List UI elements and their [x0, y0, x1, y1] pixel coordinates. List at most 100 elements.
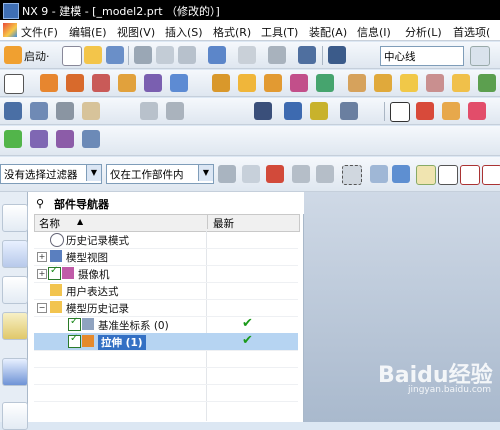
triangle-icon[interactable]: [390, 102, 410, 122]
menu-file[interactable]: 文件(F): [21, 24, 58, 40]
copy-icon[interactable]: [156, 46, 174, 64]
expand-icon[interactable]: +: [37, 269, 47, 279]
menu-insert[interactable]: 插入(S): [165, 24, 203, 40]
menu-edit[interactable]: 编辑(E): [69, 24, 107, 40]
expand-icon[interactable]: +: [37, 252, 47, 262]
snap-curve-icon[interactable]: [482, 165, 500, 185]
snap-combo[interactable]: 中心线: [380, 46, 464, 66]
undo-icon[interactable]: [208, 46, 226, 64]
visibility-checkbox[interactable]: [68, 316, 81, 331]
pan-icon[interactable]: [82, 102, 100, 120]
check-icon[interactable]: [4, 130, 22, 148]
cut-icon[interactable]: [134, 46, 152, 64]
assembly-navigator-icon[interactable]: [2, 204, 28, 232]
part-navigator-icon[interactable]: [2, 276, 28, 304]
more-features-icon[interactable]: [478, 74, 496, 92]
tree-row-selected[interactable]: 拉伸 (1) ✔: [34, 333, 298, 351]
paste-icon[interactable]: [178, 46, 196, 64]
offset-face-icon[interactable]: [374, 74, 392, 92]
feature-select-icon[interactable]: [370, 165, 388, 183]
body-select-icon[interactable]: [392, 165, 410, 183]
web-browser-icon[interactable]: [2, 402, 28, 430]
trim-body-icon[interactable]: [316, 74, 334, 92]
draft-icon[interactable]: [400, 74, 418, 92]
tree-row[interactable]: + 模型视图: [34, 248, 298, 266]
wcs-icon[interactable]: [82, 130, 100, 148]
rotate-icon[interactable]: [56, 102, 74, 120]
analysis-icon[interactable]: [340, 102, 358, 120]
new-file-icon[interactable]: [62, 46, 82, 66]
measure-body-icon[interactable]: [310, 102, 328, 120]
tree-row[interactable]: − 模型历史记录: [34, 299, 298, 317]
menu-view[interactable]: 视图(V): [117, 24, 155, 40]
pin-icon[interactable]: ⚲: [36, 197, 44, 210]
chamfer-icon[interactable]: [238, 74, 256, 92]
snap-cursor-icon[interactable]: [292, 165, 310, 183]
type-filter-combo[interactable]: 没有选择过滤器 ▼: [0, 164, 102, 184]
zoom-icon[interactable]: [30, 102, 48, 120]
start-icon[interactable]: [4, 46, 22, 64]
dimension-icon[interactable]: [416, 102, 434, 120]
visibility-checkbox[interactable]: [48, 265, 61, 280]
grid-icon[interactable]: [468, 102, 486, 120]
spreadsheet-icon[interactable]: [56, 130, 74, 148]
boss-icon[interactable]: [118, 74, 136, 92]
mirror-icon[interactable]: [426, 74, 444, 92]
snap-endpoint-icon[interactable]: [416, 165, 436, 185]
menu-analysis[interactable]: 分析(L): [405, 24, 442, 40]
shell-icon[interactable]: [348, 74, 366, 92]
menu-preferences[interactable]: 首选项(: [453, 24, 490, 40]
section-view-icon[interactable]: [254, 102, 272, 120]
column-divider[interactable]: [207, 215, 208, 229]
visibility-checkbox[interactable]: [68, 333, 81, 348]
sketch-icon[interactable]: [4, 74, 24, 94]
fit-view-icon[interactable]: [4, 102, 22, 120]
collapse-icon[interactable]: −: [37, 303, 47, 313]
move-cursor-icon[interactable]: [316, 165, 334, 183]
redo-icon[interactable]: [238, 46, 256, 64]
graphics-window[interactable]: Baidu经验 jingyan.baidu.com: [304, 192, 500, 422]
rectangle-select-icon[interactable]: [342, 165, 362, 185]
orient-view-icon[interactable]: [140, 102, 158, 120]
history-icon[interactable]: [2, 358, 28, 386]
snap-line-icon[interactable]: [460, 165, 480, 185]
edge-blend-icon[interactable]: [212, 74, 230, 92]
revolve-icon[interactable]: [66, 74, 84, 92]
open-folder-icon[interactable]: [84, 46, 102, 64]
pattern-icon[interactable]: [264, 74, 282, 92]
reuse-library-icon[interactable]: [2, 312, 28, 340]
extrude-icon[interactable]: [40, 74, 58, 92]
layer-icon[interactable]: [30, 130, 48, 148]
pocket-icon[interactable]: [144, 74, 162, 92]
deselect-icon[interactable]: [242, 165, 260, 183]
constraint-navigator-icon[interactable]: [2, 240, 28, 268]
tree-row[interactable]: 用户表达式: [34, 282, 298, 300]
selection-icon[interactable]: [298, 46, 316, 64]
menu-assembly[interactable]: 装配(A): [309, 24, 347, 40]
snap-point-icon[interactable]: [328, 46, 346, 64]
color-filter-icon[interactable]: [266, 165, 284, 183]
tree-row[interactable]: 历史记录模式: [34, 231, 298, 249]
measure-icon[interactable]: [284, 102, 302, 120]
start-menu-button[interactable]: 启动·: [24, 48, 50, 64]
scope-filter-combo[interactable]: 仅在工作部件内 ▼: [106, 164, 214, 184]
save-icon[interactable]: [106, 46, 124, 64]
hole-icon[interactable]: [92, 74, 110, 92]
menu-format[interactable]: 格式(R): [213, 24, 251, 40]
select-filter-icon[interactable]: [218, 165, 236, 183]
constraint-icon[interactable]: [442, 102, 460, 120]
command-finder-icon[interactable]: [268, 46, 286, 64]
tree-row[interactable]: 基准坐标系 (0) ✔: [34, 316, 298, 334]
chevron-down-icon[interactable]: ▼: [86, 165, 101, 181]
pad-icon[interactable]: [170, 74, 188, 92]
snap-midpoint-icon[interactable]: [438, 165, 458, 185]
menu-tools[interactable]: 工具(T): [261, 24, 298, 40]
column-latest[interactable]: 最新: [213, 216, 234, 231]
menu-info[interactable]: 信息(I): [357, 24, 391, 40]
render-style-icon[interactable]: [166, 102, 184, 120]
tree-row[interactable]: + 摄像机: [34, 265, 298, 283]
chevron-down-icon[interactable]: ▼: [198, 165, 213, 181]
thread-icon[interactable]: [452, 74, 470, 92]
nx-logo-icon[interactable]: [3, 23, 17, 37]
search-icon[interactable]: [470, 46, 490, 66]
